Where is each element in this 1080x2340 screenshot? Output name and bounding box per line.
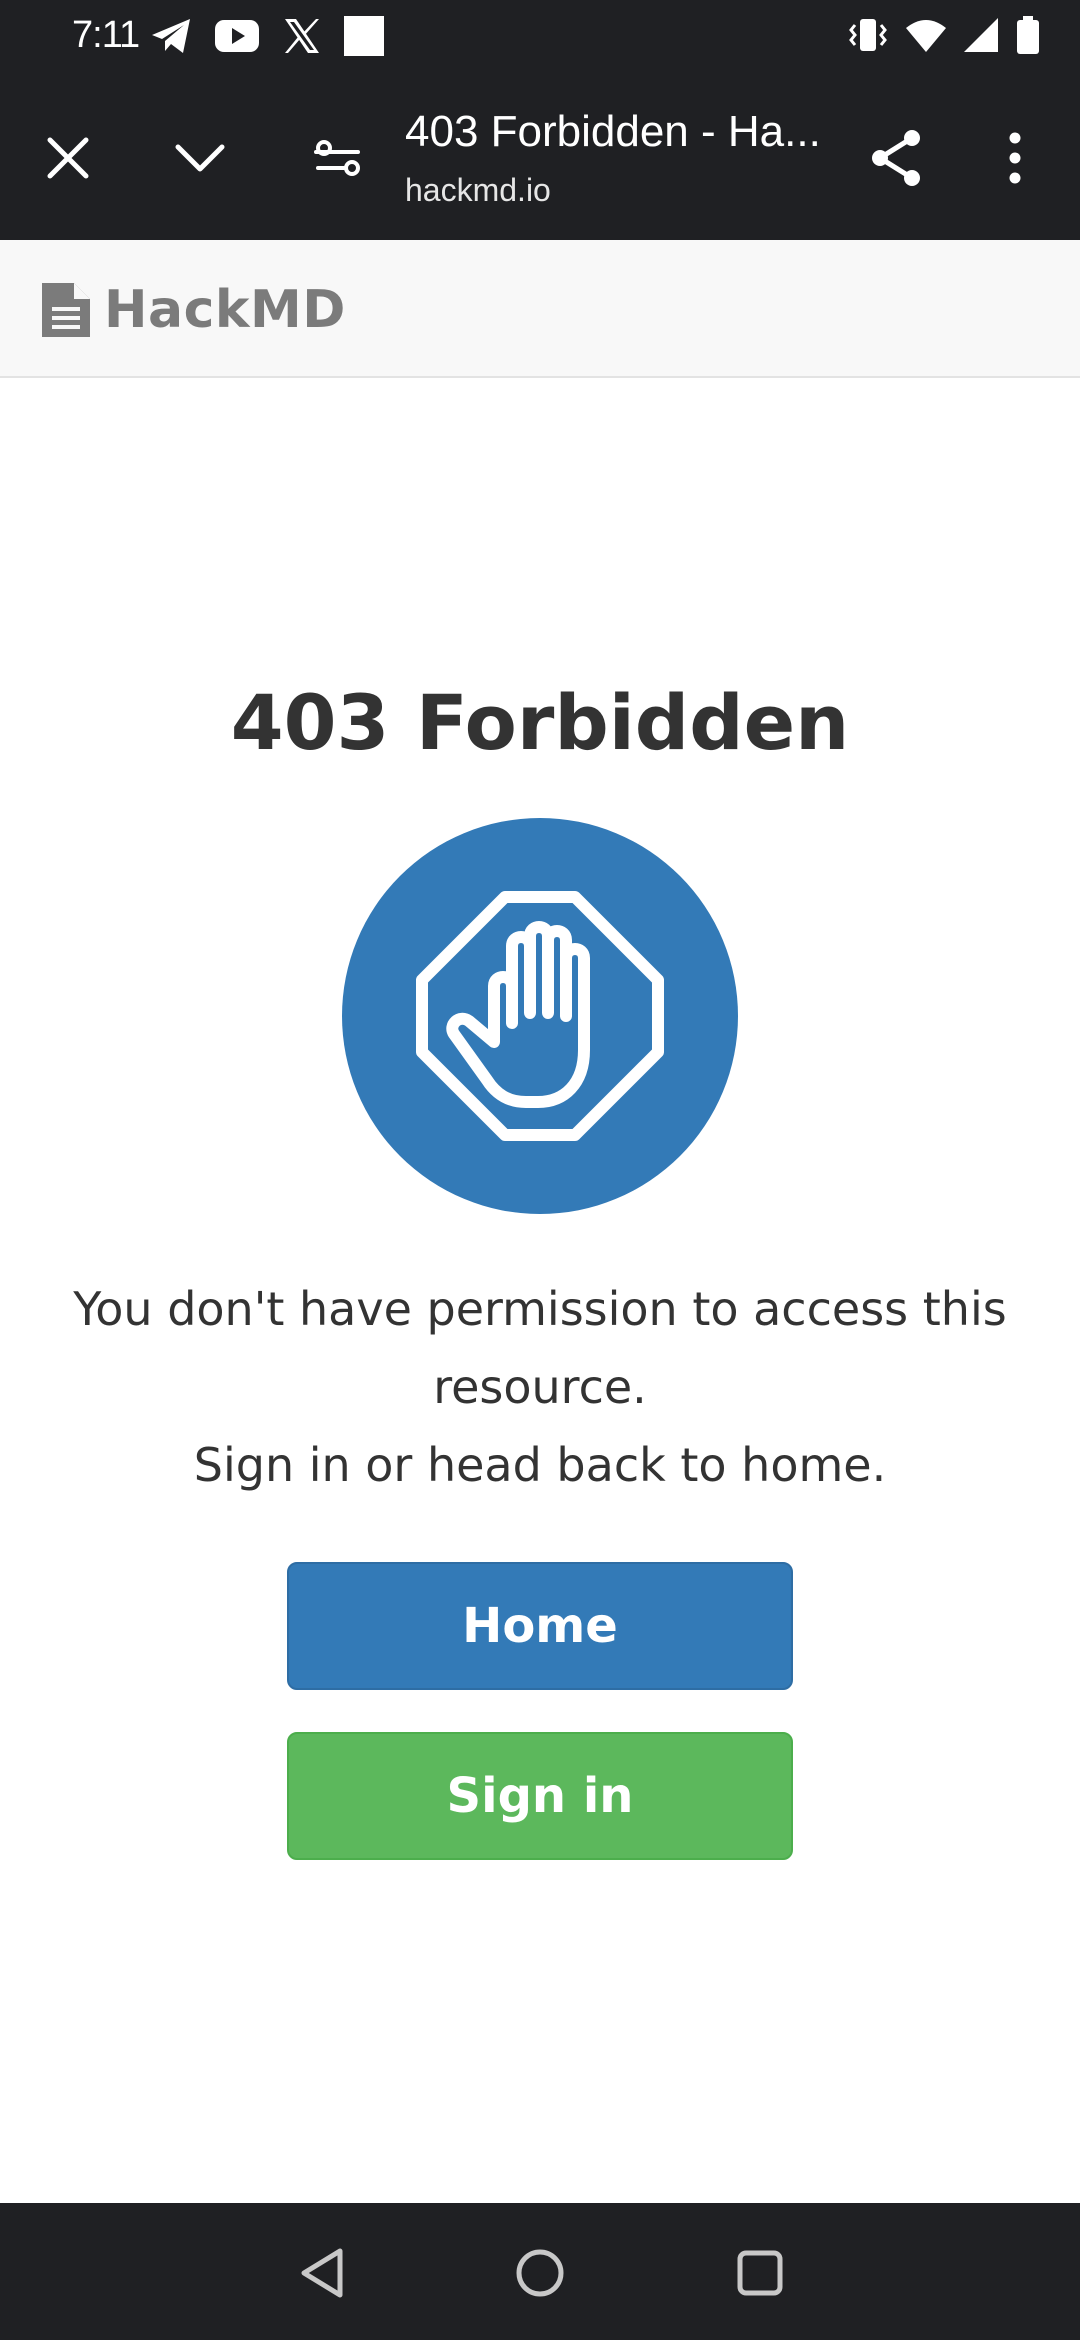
nav-recents-button[interactable] — [720, 2233, 800, 2313]
nav-back-button[interactable] — [282, 2233, 362, 2313]
wifi-icon — [906, 20, 946, 52]
main-content: 403 Forbidden You don't have permission … — [0, 378, 1080, 2203]
page-settings-icon — [314, 140, 360, 176]
brand-name: HackMD — [104, 280, 346, 340]
status-time: 7:11 — [72, 14, 140, 56]
recents-icon — [737, 2250, 783, 2296]
battery-icon — [1017, 16, 1039, 54]
message-line-permission: You don't have permission to access this… — [73, 1282, 1007, 1414]
system-icons — [848, 16, 1040, 54]
blank-square-icon — [344, 16, 384, 56]
share-button[interactable] — [856, 118, 936, 198]
message-line-signin: Sign in or head back to home. — [193, 1438, 887, 1492]
signal-icon — [964, 18, 998, 52]
site-header: HackMD — [0, 240, 1080, 378]
status-bar: 7:11 — [0, 0, 1080, 78]
page-settings-button[interactable] — [298, 118, 378, 198]
notification-icons — [150, 16, 384, 56]
share-icon — [872, 130, 920, 186]
nav-home-button[interactable] — [500, 2233, 580, 2313]
more-options-button[interactable] — [975, 118, 1055, 198]
telegram-icon — [152, 19, 190, 53]
file-text-icon — [42, 283, 90, 337]
minimize-tab-button[interactable] — [160, 118, 240, 198]
browser-toolbar: 403 Forbidden - Ha... hackmd.io — [0, 78, 1080, 240]
x-icon — [285, 19, 319, 53]
home-button[interactable]: Home — [287, 1562, 793, 1690]
home-icon — [516, 2249, 564, 2297]
close-icon — [47, 137, 89, 179]
sign-in-button[interactable]: Sign in — [287, 1732, 793, 1860]
error-title: 403 Forbidden — [230, 678, 850, 767]
youtube-icon — [215, 20, 259, 52]
back-icon — [301, 2248, 343, 2298]
more-vert-icon — [1009, 132, 1021, 184]
page-title[interactable]: 403 Forbidden - Ha... — [405, 106, 835, 158]
chevron-down-icon — [175, 144, 225, 172]
stop-hand-icon — [342, 818, 738, 1214]
close-tab-button[interactable] — [28, 118, 108, 198]
page-url[interactable]: hackmd.io — [405, 170, 551, 210]
vibrate-icon — [849, 19, 887, 51]
error-message: You don't have permission to access this… — [60, 1270, 1020, 1504]
brand-logo[interactable]: HackMD — [40, 280, 346, 340]
navigation-bar — [0, 2203, 1080, 2340]
